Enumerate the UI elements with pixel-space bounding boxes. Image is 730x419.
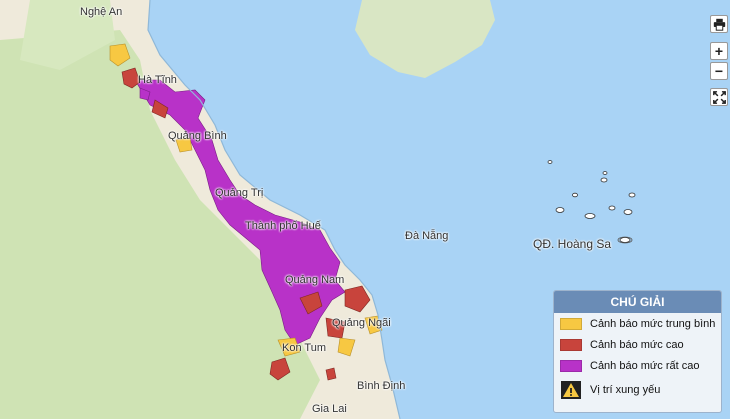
legend-item-high: Cảnh báo mức cao bbox=[554, 334, 721, 355]
legend-label: Cảnh báo mức rất cao bbox=[590, 359, 700, 372]
warning-triangle-icon bbox=[560, 380, 582, 400]
label-gia-lai: Gia Lai bbox=[312, 403, 347, 415]
label-nghe-an: Nghệ An bbox=[80, 6, 123, 18]
legend-label: Cảnh báo mức cao bbox=[590, 338, 684, 351]
legend-swatch-high bbox=[560, 338, 582, 351]
label-ha-tinh: Hà Tĩnh bbox=[138, 74, 177, 86]
legend-label: Vị trí xung yếu bbox=[590, 384, 661, 396]
label-quang-ngai: Quảng Ngãi bbox=[332, 317, 391, 329]
label-quang-nam: Quảng Nam bbox=[285, 274, 345, 286]
legend-item-medium: Cảnh báo mức trung bình bbox=[554, 313, 721, 334]
fullscreen-button[interactable] bbox=[710, 88, 728, 106]
label-quang-binh: Quảng Bình bbox=[168, 130, 227, 142]
legend-label: Cảnh báo mức trung bình bbox=[590, 317, 716, 330]
zoom-in-button[interactable]: + bbox=[710, 42, 728, 60]
legend-swatch-medium bbox=[560, 317, 582, 330]
legend-swatch-very-high bbox=[560, 359, 582, 372]
fullscreen-icon bbox=[712, 90, 726, 104]
print-button[interactable] bbox=[710, 15, 728, 33]
legend-title: CHÚ GIẢI bbox=[554, 291, 721, 313]
printer-icon bbox=[713, 18, 725, 31]
label-da-nang: Đà Nẵng bbox=[405, 230, 449, 242]
zoom-out-button[interactable]: − bbox=[710, 62, 728, 80]
label-kon-tum: Kon Tum bbox=[282, 342, 327, 354]
label-quang-tri: Quảng Trị bbox=[215, 187, 264, 199]
label-hoang-sa: QĐ. Hoàng Sa bbox=[533, 237, 612, 251]
label-binh-dinh: Bình Định bbox=[357, 380, 406, 392]
label-hue: Thành phố Huế bbox=[245, 220, 321, 232]
legend-item-vulnerable: Vị trí xung yếu bbox=[554, 376, 721, 404]
legend-item-very-high: Cảnh báo mức rất cao bbox=[554, 355, 721, 376]
legend-panel: CHÚ GIẢI Cảnh báo mức trung bình Cảnh bá… bbox=[553, 290, 722, 413]
